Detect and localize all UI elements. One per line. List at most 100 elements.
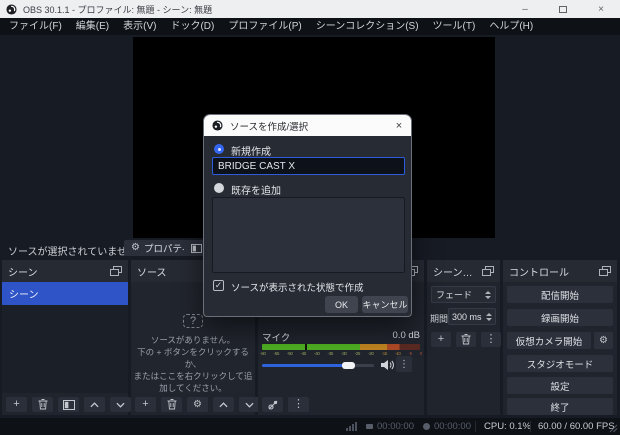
record-icon [423,423,430,430]
maximize-button[interactable] [544,0,582,18]
make-visible-checkbox[interactable]: ✓ [213,280,224,291]
scene-down-button[interactable] [110,397,131,412]
existing-sources-list[interactable] [212,197,405,273]
channel-menu-button[interactable]: ⋮ [396,356,412,372]
filters-icon [191,243,202,253]
volume-slider-handle[interactable] [342,362,355,369]
cpu-usage: CPU: 0.1% [484,421,531,432]
remove-source-button[interactable] [161,397,182,412]
question-icon: ? [183,314,203,328]
gear-icon: ⚙ [193,398,202,410]
start-streaming-button[interactable]: 配信開始 [507,286,613,303]
stream-timecode: 00:00:00 [366,418,414,435]
source-properties-button[interactable]: ⚙ [187,397,208,412]
trash-icon [461,334,471,345]
radio-create-new-label: 新規作成 [231,147,271,158]
dock-icon[interactable] [482,266,494,276]
scenes-list: シーン [2,282,128,393]
add-transition-button[interactable]: + [431,332,451,347]
duration-spinner[interactable]: 300 ms [448,308,496,325]
menu-bar: ファイル(F) 編集(E) 表示(V) ドック(D) プロファイル(P) シーン… [0,18,620,35]
mixer-channel-name: マイク [262,333,291,344]
settings-button[interactable]: 設定 [507,377,613,394]
gear-icon: ⚙ [131,242,140,253]
menu-item-file[interactable]: ファイル(F) [2,18,69,35]
close-button[interactable]: × [582,0,620,18]
resize-grip[interactable] [609,424,618,433]
chevron-up-icon [219,401,228,407]
sources-empty-line: ソースがありません。 [150,335,236,345]
record-timecode: 00:00:00 [423,418,471,435]
menu-item-tools[interactable]: ツール(T) [426,18,483,35]
mixer-menu-button[interactable]: ⋮ [288,397,309,412]
meter-tick: 0 [419,351,423,356]
obs-main-window: OBS 30.1.1 - プロファイル: 無題 - シーン: 無題 – × ファ… [0,0,620,435]
start-recording-button[interactable]: 録画開始 [507,309,613,326]
make-visible-label: ソースが表示された状態で作成 [231,283,364,294]
peak-marker [304,344,307,350]
scene-filters-button[interactable] [58,397,79,412]
chevron-down-icon [245,402,254,408]
dock-icon[interactable] [599,266,611,276]
scene-transitions-panel: シーントランジ... フェード 期間 300 ms + ⋮ [427,260,501,415]
mixer-channel-level: 0.0 dB [392,330,420,341]
virtual-camera-settings-button[interactable]: ⚙ [594,332,613,349]
chevron-up-icon [90,401,99,407]
window-titlebar: OBS 30.1.1 - プロファイル: 無題 - シーン: 無題 – × [0,0,620,18]
audio-sliders-icon [267,400,277,410]
transition-select[interactable]: フェード [431,286,496,303]
dialog-close-button[interactable]: × [387,120,411,132]
transition-menu-button[interactable]: ⋮ [481,332,501,347]
trash-icon [38,399,47,410]
window-title: OBS 30.1.1 - プロファイル: 無題 - シーン: 無題 [23,4,213,15]
trash-icon [167,399,176,410]
scenes-panel-title: シーン [8,267,38,279]
menu-item-view[interactable]: 表示(V) [116,18,163,35]
spinner-arrows-icon [486,312,492,321]
ok-button[interactable]: OK [325,296,358,313]
volume-meter [262,344,420,350]
obs-logo-icon [212,120,223,131]
transitions-panel-title: シーントランジ... [433,267,482,279]
scenes-panel: シーン シーン + [2,260,131,415]
no-source-selected-label: ソースが選択されていません [8,247,137,258]
controls-panel: コントロール 配信開始 録画開始 仮想カメラ開始 ⚙ スタジオモード 設定 終了 [503,260,617,415]
stream-icon [366,424,373,429]
menu-item-dock[interactable]: ドック(D) [163,18,221,35]
create-source-dialog: ソースを作成/選択 × 新規作成 既存を追加 ✓ ソースが表示された状態で作成 … [203,114,412,317]
radio-add-existing-label: 既存を追加 [231,186,281,197]
dialog-titlebar: ソースを作成/選択 × [204,115,411,136]
radio-create-new[interactable] [214,144,224,154]
menu-item-profile[interactable]: プロファイル(P) [221,18,308,35]
dock-icon[interactable] [110,266,122,276]
sources-empty-line: またはここを右クリックして追加してください。 [133,371,253,393]
start-virtual-camera-button[interactable]: 仮想カメラ開始 [507,332,591,349]
exit-button[interactable]: 終了 [507,398,613,415]
controls-panel-title: コントロール [509,267,569,279]
advanced-audio-button[interactable] [262,397,283,412]
cancel-button[interactable]: キャンセル [362,296,408,313]
menu-item-scene-collection[interactable]: シーンコレクション(S) [309,18,426,35]
scene-list-item[interactable]: シーン [2,282,128,305]
radio-add-existing[interactable] [214,183,224,193]
studio-mode-button[interactable]: スタジオモード [507,355,613,372]
menu-item-help[interactable]: ヘルプ(H) [482,18,540,35]
source-down-button[interactable] [239,397,260,412]
fps-counter: 60.00 / 60.00 FPS [538,421,615,432]
minimize-button[interactable]: – [506,0,544,18]
add-source-button[interactable]: + [135,397,156,412]
menu-item-edit[interactable]: 編集(E) [69,18,116,35]
status-bar: 00:00:00 00:00:00 CPU: 0.1% 60.00 / 60.0… [0,418,620,435]
remove-scene-button[interactable] [32,397,53,412]
remove-transition-button[interactable] [456,332,476,347]
source-name-input[interactable] [212,157,405,175]
panel-split-icon [62,399,75,410]
source-up-button[interactable] [213,397,234,412]
sources-empty-line: 下の + ボタンをクリックするか、 [137,347,249,369]
select-arrows-icon [485,290,491,299]
speaker-icon[interactable] [380,359,394,371]
network-icon [346,418,357,435]
volume-slider[interactable] [262,362,374,369]
scene-up-button[interactable] [84,397,105,412]
add-scene-button[interactable]: + [6,397,27,412]
